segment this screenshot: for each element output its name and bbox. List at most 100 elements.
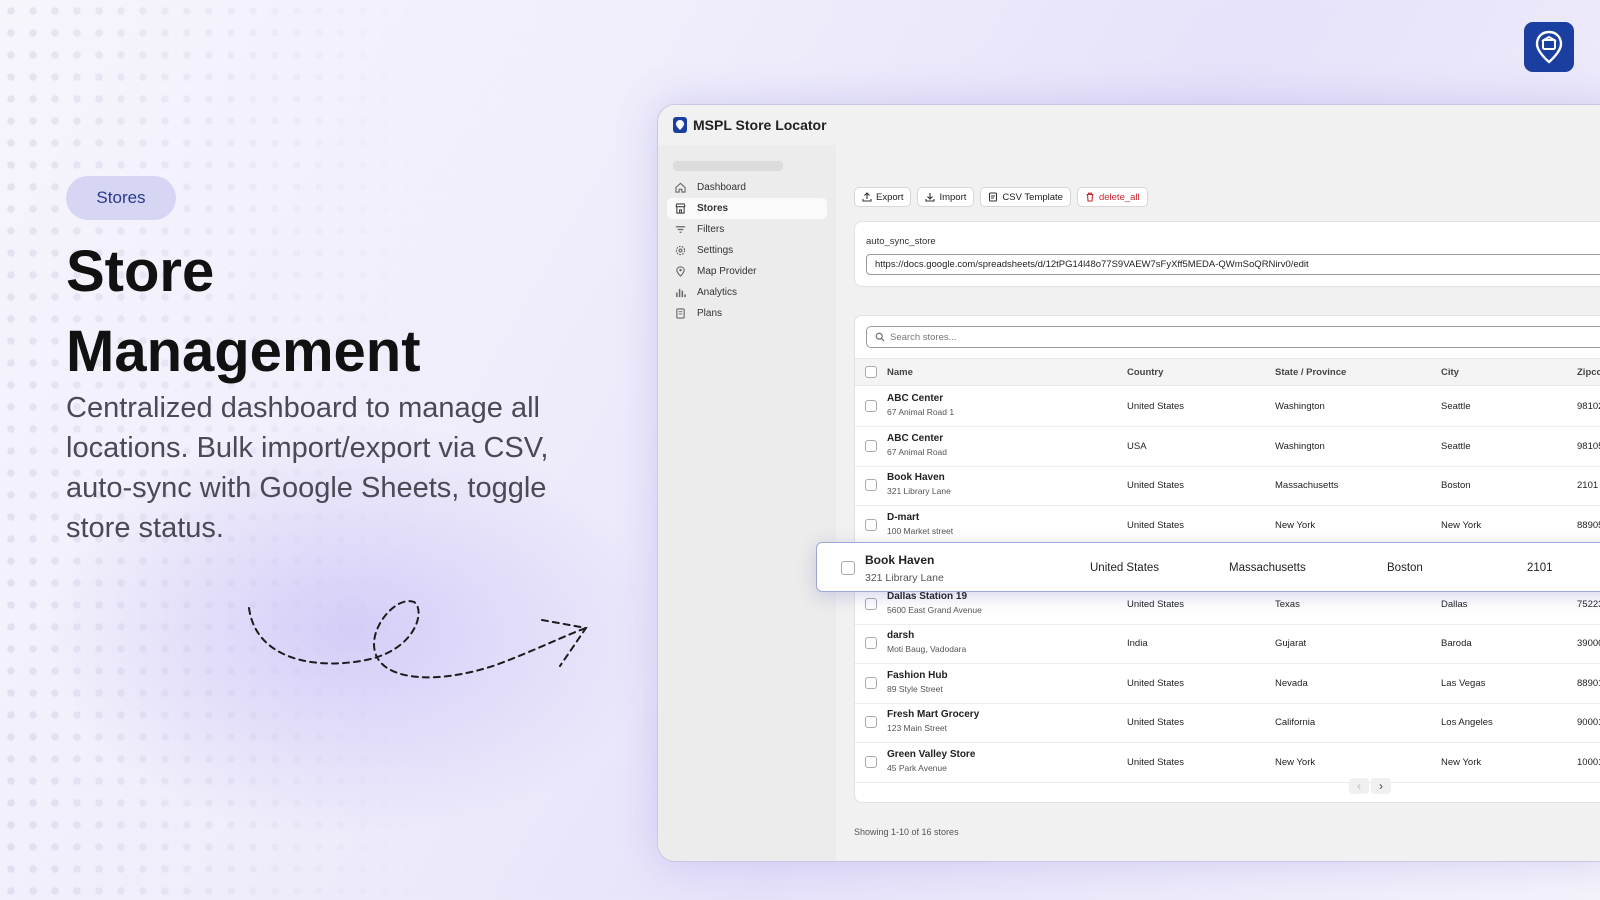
table-row[interactable]: darsh Moti Baug, Vadodara India Gujarat Baro… bbox=[855, 624, 1600, 664]
row-checkbox[interactable] bbox=[865, 716, 877, 728]
row-state: Texas bbox=[1275, 598, 1300, 610]
row-country: United States bbox=[1127, 401, 1185, 412]
header-country[interactable]: Country bbox=[1127, 367, 1163, 378]
results-count: Showing 1-10 of 16 stores bbox=[854, 827, 959, 837]
row-address: 89 Style Street bbox=[887, 683, 943, 694]
row-checkbox[interactable] bbox=[841, 561, 855, 575]
row-name: Fashion Hub bbox=[887, 669, 948, 681]
app-title: MSPL Store Locator bbox=[693, 117, 827, 133]
sidebar-item-plans[interactable]: Plans bbox=[667, 303, 827, 324]
row-city: Baroda bbox=[1441, 638, 1472, 649]
gear-icon bbox=[675, 245, 689, 256]
table-row[interactable]: D-mart 100 Market street United States New … bbox=[855, 506, 1600, 546]
brand-logo bbox=[1524, 22, 1574, 72]
row-name: Book Haven bbox=[887, 472, 945, 483]
row-country: India bbox=[1127, 638, 1148, 649]
store-icon bbox=[675, 203, 689, 214]
sidebar-item-settings[interactable]: Settings bbox=[667, 240, 827, 261]
prev-page-button[interactable]: ‹ bbox=[1349, 778, 1369, 794]
row-state: Nevada bbox=[1275, 677, 1308, 689]
row-checkbox[interactable] bbox=[865, 637, 877, 649]
delete-all-button[interactable]: delete_all bbox=[1076, 187, 1148, 207]
row-address: 321 Library Lane bbox=[887, 486, 951, 496]
row-state: California bbox=[1275, 717, 1316, 728]
row-city: New York bbox=[1441, 756, 1482, 768]
search-icon bbox=[875, 332, 885, 342]
row-city: Boston bbox=[1387, 562, 1423, 574]
row-checkbox[interactable] bbox=[865, 597, 877, 610]
row-city: Las Vegas bbox=[1441, 677, 1486, 689]
table-row[interactable]: Fresh Mart Grocery 123 Main Street United … bbox=[855, 703, 1600, 743]
row-zip: 75223 bbox=[1577, 598, 1600, 610]
select-all-checkbox[interactable] bbox=[865, 366, 877, 378]
row-state: Washington bbox=[1275, 401, 1325, 412]
row-zip: 90001 bbox=[1577, 717, 1600, 728]
row-checkbox[interactable] bbox=[865, 676, 877, 689]
row-state: New York bbox=[1275, 519, 1316, 531]
csv-template-button[interactable]: CSV Template bbox=[980, 187, 1071, 207]
row-name: Book Haven bbox=[865, 553, 935, 567]
table-row[interactable]: ABC Center 67 Animal Road USA Washington Sea… bbox=[855, 427, 1600, 467]
headline-line-1: Store bbox=[66, 239, 215, 304]
sidebar-item-stores[interactable]: Stores bbox=[667, 198, 827, 219]
header-zip[interactable]: Zipco bbox=[1577, 367, 1600, 378]
sidebar-item-analytics[interactable]: Analytics bbox=[667, 282, 827, 303]
row-country: United States bbox=[1127, 480, 1185, 491]
sidebar: Dashboard Stores Filters Settings Map Pr… bbox=[658, 145, 836, 861]
row-zip: 2101 bbox=[1527, 562, 1553, 574]
row-state: Massachusetts bbox=[1275, 480, 1339, 491]
pagination: ‹ › bbox=[1349, 778, 1391, 794]
row-city: Seattle bbox=[1441, 401, 1471, 412]
auto-sync-card: auto_sync_store https://docs.google.com/… bbox=[854, 221, 1600, 287]
row-name: ABC Center bbox=[887, 432, 944, 444]
header-name[interactable]: Name bbox=[887, 367, 913, 378]
highlighted-row[interactable]: Book Haven 321 Library Lane United State… bbox=[816, 542, 1600, 592]
row-address: 45 Park Avenue bbox=[887, 762, 947, 773]
header-city[interactable]: City bbox=[1441, 367, 1459, 378]
row-address: 5600 East Grand Avenue bbox=[887, 604, 982, 615]
row-state: New York bbox=[1275, 756, 1316, 768]
row-state: Massachusetts bbox=[1229, 562, 1306, 574]
row-checkbox[interactable] bbox=[865, 400, 877, 412]
row-state: Washington bbox=[1275, 440, 1325, 452]
pin-icon bbox=[675, 266, 689, 277]
sidebar-item-map-provider[interactable]: Map Provider bbox=[667, 261, 827, 282]
app-window: MSPL Store Locator Dashboard Stores Filt… bbox=[657, 104, 1600, 862]
search-input[interactable]: Search stores... bbox=[866, 326, 1600, 348]
row-city: New York bbox=[1441, 519, 1482, 531]
main-content: Export Import CSV Template delete_all au… bbox=[836, 145, 1600, 861]
table-row[interactable]: Fashion Hub 89 Style Street United States N… bbox=[855, 664, 1600, 704]
table-row[interactable]: Green Valley Store 45 Park Avenue United S… bbox=[855, 743, 1600, 783]
description: Centralized dashboard to manage all loca… bbox=[66, 392, 549, 544]
row-name: darsh bbox=[887, 630, 915, 641]
table-row[interactable]: ABC Center 67 Animal Road 1 United States W… bbox=[855, 387, 1600, 427]
row-country: United States bbox=[1127, 717, 1185, 728]
next-page-button[interactable]: › bbox=[1371, 778, 1391, 794]
row-checkbox[interactable] bbox=[865, 755, 877, 768]
row-address: 100 Market street bbox=[887, 525, 954, 536]
export-button[interactable]: Export bbox=[854, 187, 912, 207]
store-pin-icon bbox=[1535, 30, 1563, 64]
row-name: D-mart bbox=[887, 511, 920, 523]
import-button[interactable]: Import bbox=[917, 187, 975, 207]
row-country: United States bbox=[1090, 562, 1160, 574]
row-checkbox[interactable] bbox=[865, 439, 877, 452]
row-address: 321 Library Lane bbox=[865, 572, 944, 584]
row-name: Green Valley Store bbox=[887, 748, 976, 760]
toolbar: Export Import CSV Template delete_all bbox=[854, 187, 1148, 207]
headline: Store Management bbox=[66, 232, 586, 392]
row-name: Dallas Station 19 bbox=[887, 590, 968, 602]
row-zip: 98105 bbox=[1577, 440, 1600, 452]
sheet-url-input[interactable]: https://docs.google.com/spreadsheets/d/1… bbox=[866, 254, 1600, 275]
sidebar-item-dashboard[interactable]: Dashboard bbox=[667, 177, 827, 198]
document-icon bbox=[675, 308, 689, 319]
row-checkbox[interactable] bbox=[865, 479, 877, 491]
app-logo-icon bbox=[673, 117, 687, 133]
table-row[interactable]: Book Haven 321 Library Lane United States M… bbox=[855, 466, 1600, 506]
sidebar-item-filters[interactable]: Filters bbox=[667, 219, 827, 240]
row-address: 67 Animal Road bbox=[887, 446, 948, 457]
dashed-arrow-icon bbox=[248, 600, 588, 679]
bar-chart-icon bbox=[675, 287, 689, 298]
header-state[interactable]: State / Province bbox=[1275, 367, 1346, 378]
row-checkbox[interactable] bbox=[865, 518, 877, 531]
